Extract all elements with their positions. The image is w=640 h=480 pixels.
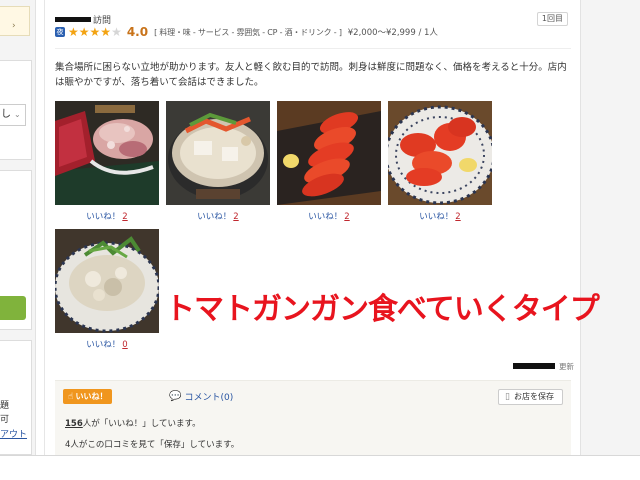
like-count[interactable]: 2 xyxy=(233,212,238,222)
photo-like-row[interactable]: いいね！ 0 xyxy=(55,338,159,350)
update-row: 更新 xyxy=(513,360,574,372)
salad-image xyxy=(55,229,159,333)
sidebar-link[interactable]: 題 xyxy=(0,398,30,411)
review-photo-tomato[interactable] xyxy=(277,101,381,205)
comment-label: コメント(0) xyxy=(184,393,234,403)
likes-suffix: 人が「いいね！」しています。 xyxy=(82,419,201,429)
photo-like-row[interactable]: いいね！ 2 xyxy=(277,210,381,222)
photo-like-row[interactable]: いいね！ 2 xyxy=(55,210,159,222)
visit-label: 訪問 xyxy=(93,15,112,26)
like-label: いいね！ xyxy=(86,212,121,222)
visit-count-badge: 1回目 xyxy=(536,12,568,26)
rating-row: 夜 ★ ★ ★ ★ ★ 4.0 [ 料理・味 - サービス - 雰囲気 - CP… xyxy=(55,25,438,39)
tomato-image xyxy=(277,101,381,205)
overlay-caption: トマトガンガン食べていくタイプ xyxy=(165,292,600,327)
star-icon: ★ xyxy=(89,25,101,39)
star-rating: ★ ★ ★ ★ ★ xyxy=(68,26,122,38)
review-card: 訪問 1回目 夜 ★ ★ ★ ★ ★ 4.0 [ 料理・味 - サービス - 雰… xyxy=(44,0,600,455)
sidebar-link[interactable]: アウト xyxy=(0,427,30,440)
star-icon: ★ xyxy=(78,25,90,39)
photo-like-row[interactable]: いいね！ 2 xyxy=(166,210,270,222)
category-badge-icon: 夜 xyxy=(55,27,65,37)
price-range: ¥2,000～¥2,999 / 1人 xyxy=(347,28,438,38)
review-photo-sashimi[interactable] xyxy=(55,101,159,205)
sub-ratings: [ 料理・味 - サービス - 雰囲気 - CP - 酒・ドリンク - ] xyxy=(154,27,342,37)
like-count[interactable]: 2 xyxy=(455,212,460,222)
like-count[interactable]: 2 xyxy=(122,212,127,222)
review-action-panel: ☝ いいね！ 💬 コメント(0) ▯ お店を保存 156人が「いいね！」していま… xyxy=(55,380,571,455)
sidebar-notice-box[interactable]: › xyxy=(0,6,30,36)
photo-like-row[interactable]: いいね！ 2 xyxy=(388,210,492,222)
update-label: 更新 xyxy=(559,361,574,371)
reviewer-row: 訪問 xyxy=(55,13,112,26)
tomato-plate-image xyxy=(388,101,492,205)
like-button[interactable]: ☝ いいね！ xyxy=(63,389,113,404)
like-count[interactable]: 0 xyxy=(122,340,127,350)
redacted-update-date xyxy=(513,363,555,369)
review-photo-hotpot[interactable] xyxy=(166,101,270,205)
sidebar-link[interactable]: 可 xyxy=(0,412,30,425)
right-gutter xyxy=(580,0,640,455)
star-empty-icon: ★ xyxy=(111,25,122,39)
like-label: いいね！ xyxy=(86,340,121,350)
like-button-label: いいね！ xyxy=(75,392,108,401)
save-button-label: お店を保存 xyxy=(514,392,554,401)
left-sidebar: › し ⌄ 題 可 アウト xyxy=(0,0,36,455)
bookmark-icon: ▯ xyxy=(505,392,510,402)
sidebar-select[interactable]: し ⌄ xyxy=(0,104,26,126)
likes-summary: 156人が「いいね！」しています。 xyxy=(65,417,201,429)
chevron-down-icon: ⌄ xyxy=(14,110,21,119)
rating-score: 4.0 xyxy=(126,25,149,39)
bottom-bar xyxy=(0,455,640,480)
sidebar-select-value: し xyxy=(1,109,11,120)
like-count[interactable]: 2 xyxy=(344,212,349,222)
review-text: 集合場所に困らない立地が助かります。友人と軽く飲む目的で訪問。刺身は鮮度に問題な… xyxy=(55,62,567,88)
likes-count[interactable]: 156 xyxy=(65,419,83,429)
thumbs-up-icon: ☝ xyxy=(68,391,74,402)
like-label: いいね！ xyxy=(197,212,232,222)
sashimi-image xyxy=(55,101,159,205)
chevron-right-icon: › xyxy=(12,21,16,31)
page: › し ⌄ 題 可 アウト 訪問 1回目 夜 ★ ★ ★ ★ ★ 4.0 [料… xyxy=(0,0,640,480)
star-icon: ★ xyxy=(68,25,79,39)
star-icon: ★ xyxy=(100,25,112,39)
like-label: いいね！ xyxy=(308,212,343,222)
review-photo-salad[interactable] xyxy=(55,229,159,333)
saves-summary: 4人がこの口コミを見て「保存」しています。 xyxy=(65,440,240,450)
review-photo-tomato-plate[interactable] xyxy=(388,101,492,205)
redacted-reviewer-name xyxy=(55,16,91,22)
hotpot-image xyxy=(166,101,270,205)
speech-bubble-icon: 💬 xyxy=(169,391,182,402)
divider xyxy=(55,48,571,49)
save-restaurant-button[interactable]: ▯ お店を保存 xyxy=(498,389,563,405)
comment-link[interactable]: 💬 コメント(0) xyxy=(169,390,233,403)
sidebar-green-button[interactable] xyxy=(0,296,26,320)
like-label: いいね！ xyxy=(419,212,454,222)
